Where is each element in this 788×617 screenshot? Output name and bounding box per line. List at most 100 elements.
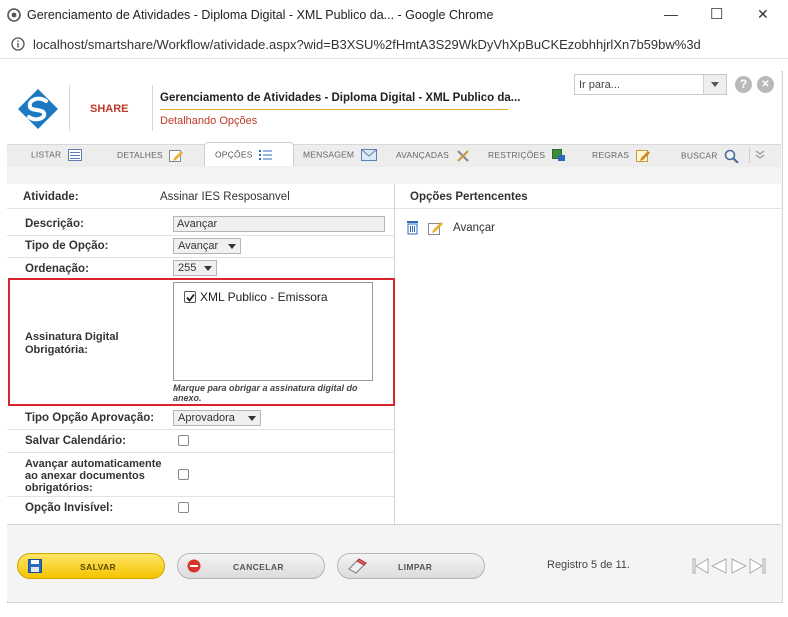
browser-title-bar: Gerenciamento de Atividades - Diploma Di… <box>0 0 788 30</box>
ordenacao-select[interactable]: 255 <box>173 260 217 276</box>
save-button[interactable]: SALVAR <box>17 553 165 579</box>
tab-listar[interactable]: LISTAR <box>31 149 82 161</box>
options-panel <box>395 184 781 524</box>
options-list-icon <box>259 150 273 160</box>
clear-button[interactable]: LIMPAR <box>337 553 485 579</box>
maximize-button[interactable]: ☐ <box>710 5 723 23</box>
option-item-label[interactable]: Avançar <box>453 222 495 234</box>
tab-restricoes[interactable]: RESTRIÇÕES <box>488 149 566 162</box>
salvar-calendario-label: Salvar Calendário: <box>25 435 126 447</box>
cancel-button-label: CANCELAR <box>233 562 284 572</box>
goto-select-arrow[interactable] <box>703 75 726 94</box>
app-header: SHARE Gerenciamento de Atividades - Dipl… <box>7 71 781 144</box>
assinatura-item-checkbox[interactable] <box>184 291 196 303</box>
atividade-label: Atividade: <box>23 191 79 203</box>
avancar-auto-checkbox[interactable] <box>178 469 189 480</box>
avancar-auto-label: Avançar automaticamente ao anexar docume… <box>25 458 162 494</box>
restrictions-icon <box>551 149 565 161</box>
opcao-invisivel-label: Opção Invisível: <box>25 502 114 514</box>
magnifier-icon <box>724 149 739 163</box>
tipo-aprovacao-label: Tipo Opção Aprovação: <box>25 412 155 424</box>
opcao-invisivel-checkbox[interactable] <box>178 502 189 513</box>
tab-label: OPÇÕES <box>215 149 253 160</box>
save-button-label: SALVAR <box>80 562 117 572</box>
tab-detalhes[interactable]: DETALHES <box>117 149 184 162</box>
assinatura-hint: Marque para obrigar a assinatura digital… <box>173 383 358 403</box>
close-window-button[interactable]: ✕ <box>757 6 769 23</box>
tab-avancadas[interactable]: AVANÇADAS <box>396 149 470 162</box>
clear-button-label: LIMPAR <box>398 562 433 572</box>
tipo-aprovacao-select-value: Aprovadora <box>178 412 235 424</box>
eraser-icon <box>348 558 367 574</box>
chevron-down-icon <box>248 416 256 421</box>
row-divider <box>7 452 394 453</box>
tab-label: LISTAR <box>31 149 62 160</box>
descricao-label: Descrição: <box>25 218 84 230</box>
tab-label: MENSAGEM <box>303 149 355 160</box>
record-counter: Registro 5 de 11. <box>547 559 630 571</box>
tab-label: RESTRIÇÕES <box>488 149 546 160</box>
row-divider <box>7 257 394 258</box>
tab-label: BUSCAR <box>681 150 718 161</box>
atividade-value: Assinar IES Resposanvel <box>160 191 290 203</box>
tab-buscar[interactable]: BUSCAR <box>681 149 739 163</box>
tab-label: DETALHES <box>117 149 163 160</box>
ordenacao-label: Ordenação: <box>25 263 89 275</box>
help-button[interactable]: ? <box>735 76 752 93</box>
descricao-input[interactable]: Avançar <box>173 216 385 232</box>
list-icon <box>67 149 82 161</box>
chevron-down-icon <box>204 266 212 271</box>
window-title: Gerenciamento de Atividades - Diploma Di… <box>27 8 494 22</box>
last-page-icon[interactable] <box>749 558 767 574</box>
header-divider <box>69 85 70 131</box>
page-subtitle: Detalhando Opções <box>160 115 258 127</box>
smartshare-logo-icon <box>18 89 58 129</box>
options-panel-title: Opções Pertencentes <box>410 191 528 203</box>
next-page-icon[interactable] <box>731 558 747 574</box>
assinatura-listbox[interactable]: XML Publico - Emissora <box>173 282 373 381</box>
chevron-down-icon <box>711 82 719 87</box>
close-page-button[interactable]: ✕ <box>757 76 774 93</box>
tipo-opcao-label: Tipo de Opção: <box>25 240 109 252</box>
tab-label: REGRAS <box>592 149 630 160</box>
tools-icon <box>456 150 469 162</box>
trash-icon[interactable] <box>406 220 419 235</box>
minimize-button[interactable]: — <box>664 6 678 22</box>
url-text[interactable]: localhost/smartshare/Workflow/atividade.… <box>33 37 701 52</box>
rules-icon <box>635 150 650 162</box>
assinatura-item-label[interactable]: XML Publico - Emissora <box>200 290 328 304</box>
row-divider <box>7 496 394 497</box>
envelope-icon <box>360 149 377 161</box>
ordenacao-select-value: 255 <box>178 262 197 274</box>
tab-label: AVANÇADAS <box>396 149 449 160</box>
cancel-button[interactable]: CANCELAR <box>177 553 325 579</box>
previous-page-icon[interactable] <box>711 558 727 574</box>
header-divider-2 <box>152 85 153 131</box>
tipo-opcao-select-value: Avançar <box>178 240 219 252</box>
page-title: Gerenciamento de Atividades - Diploma Di… <box>160 92 521 104</box>
info-icon[interactable] <box>11 37 25 51</box>
edit-option-icon[interactable] <box>428 220 444 235</box>
address-bar[interactable]: localhost/smartshare/Workflow/atividade.… <box>0 30 788 59</box>
row-divider <box>7 429 394 430</box>
assinatura-label: Assinatura Digital Obrigatória: <box>25 331 119 356</box>
cancel-icon <box>187 559 201 573</box>
tab-mensagem[interactable]: MENSAGEM <box>303 149 377 161</box>
double-chevron-down-icon[interactable] <box>755 150 765 160</box>
goto-select[interactable]: Ir para... <box>574 74 727 95</box>
logo-text: SHARE <box>90 103 129 115</box>
tipo-opcao-select[interactable]: Avançar <box>173 238 241 254</box>
tab-regras[interactable]: REGRAS <box>592 149 650 162</box>
tab-separator <box>749 147 750 163</box>
tipo-aprovacao-select[interactable]: Aprovadora <box>173 410 261 426</box>
checkmark-icon <box>186 293 195 302</box>
title-underline <box>160 109 508 110</box>
goto-select-text: Ir para... <box>579 79 620 91</box>
edit-icon <box>169 150 184 162</box>
chevron-down-icon <box>228 244 236 249</box>
first-page-icon[interactable] <box>692 558 710 574</box>
content-top-band <box>7 167 781 184</box>
salvar-calendario-checkbox[interactable] <box>178 435 189 446</box>
row-divider <box>7 208 394 209</box>
tab-opcoes[interactable]: OPÇÕES <box>215 149 273 161</box>
